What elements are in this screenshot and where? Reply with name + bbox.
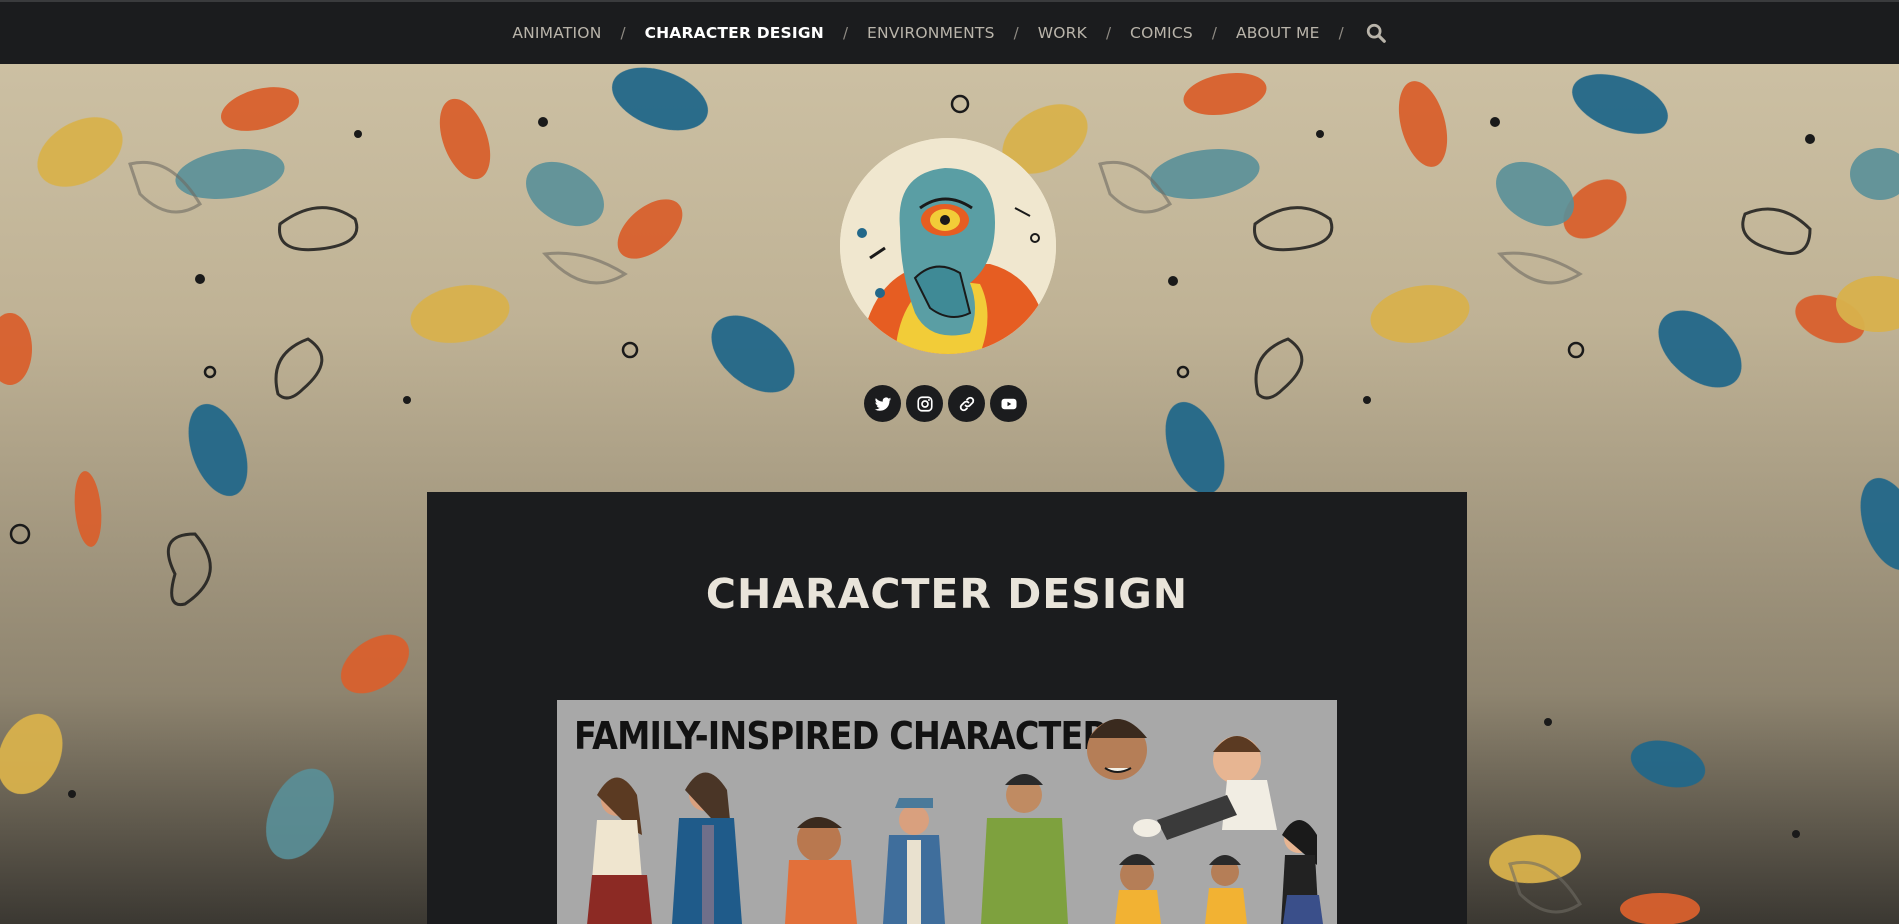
instagram-icon: [916, 395, 933, 412]
search-icon[interactable]: [1365, 22, 1387, 44]
character-artwork-image[interactable]: FAMILY-INSPIRED CHARACTERS: [557, 700, 1337, 924]
twitter-button[interactable]: [864, 385, 901, 422]
nav-item-about-me[interactable]: ABOUT ME: [1236, 24, 1320, 42]
twitter-icon: [874, 396, 891, 411]
nav-separator: /: [1338, 24, 1344, 42]
link-icon: [959, 396, 974, 411]
nav-item-work[interactable]: WORK: [1038, 24, 1087, 42]
nav-separator: /: [842, 24, 849, 42]
nav-item-comics[interactable]: COMICS: [1130, 24, 1193, 42]
nav-item-environments[interactable]: ENVIRONMENTS: [867, 24, 995, 42]
nav-item-animation[interactable]: ANIMATION: [512, 24, 601, 42]
nav-separator: /: [1013, 24, 1019, 42]
page-title: CHARACTER DESIGN: [705, 570, 1189, 618]
nav-separator: /: [620, 24, 626, 42]
character-lineup-illustration: [587, 719, 1323, 924]
nav-separator: /: [1211, 24, 1217, 42]
youtube-button[interactable]: [990, 385, 1027, 422]
nav-separator: /: [1105, 24, 1112, 42]
character-portrait-image: [840, 138, 1056, 354]
main-navigation: ANIMATION / CHARACTER DESIGN / ENVIRONME…: [0, 2, 1899, 64]
instagram-button[interactable]: [906, 385, 943, 422]
youtube-icon: [1001, 398, 1016, 409]
link-button[interactable]: [948, 385, 985, 422]
avatar[interactable]: [840, 138, 1056, 354]
nav-item-character-design[interactable]: CHARACTER DESIGN: [645, 24, 824, 42]
